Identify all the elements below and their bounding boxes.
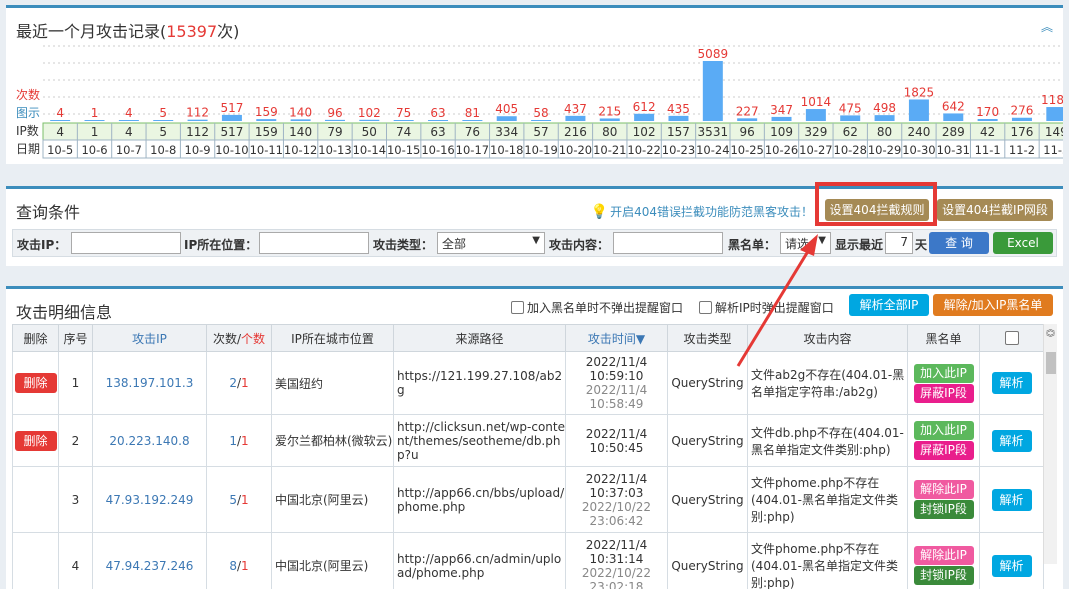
arrow-head [800,234,818,256]
annotation-arrow [736,234,818,367]
arrow-line [736,247,812,367]
